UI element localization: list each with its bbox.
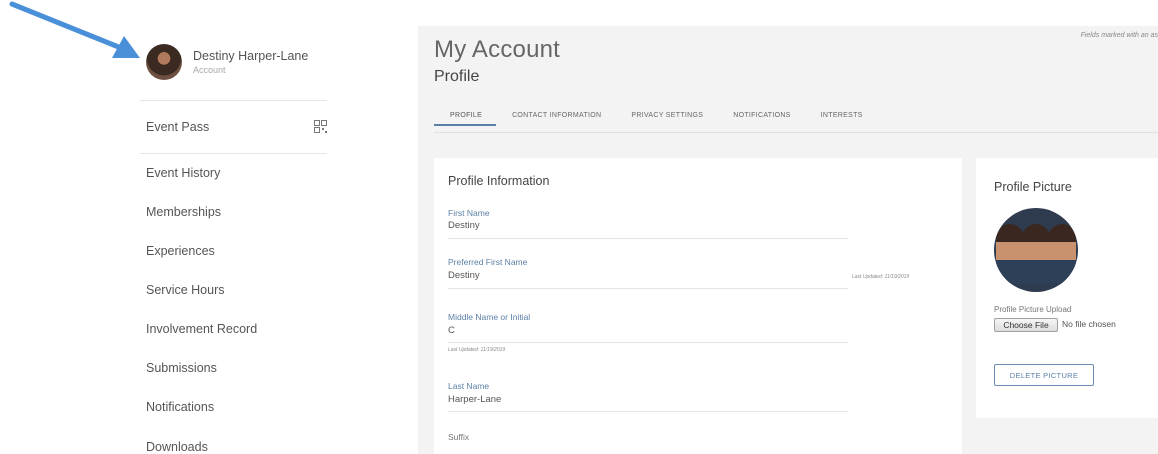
delete-picture-button[interactable]: DELETE PICTURE [994, 364, 1094, 386]
page-subtitle: Profile [434, 68, 480, 85]
last-updated-note: Last Updated: 11/19/2019 [448, 347, 506, 353]
sidebar-item-experiences[interactable]: Experiences [146, 244, 215, 258]
profile-picture-card: Profile Picture Profile Picture Upload C… [976, 158, 1158, 418]
last-updated-note: Last Updated: 11/19/2019 [852, 274, 910, 280]
suffix-label: Suffix [448, 432, 470, 442]
middle-name-field[interactable]: C [448, 325, 455, 336]
no-file-text: No file chosen [1062, 319, 1116, 329]
sidebar-item-event-history[interactable]: Event History [146, 166, 220, 180]
field-underline [448, 238, 848, 239]
preferred-first-name-label: Preferred First Name [448, 257, 528, 267]
choose-file-button[interactable]: Choose File [994, 318, 1058, 332]
tab-contact-information[interactable]: CONTACT INFORMATION [496, 106, 615, 126]
sidebar-item-submissions[interactable]: Submissions [146, 361, 217, 375]
sidebar-item-downloads[interactable]: Downloads [146, 440, 208, 454]
upload-label: Profile Picture Upload [994, 305, 1072, 314]
field-underline [448, 342, 848, 343]
profile-information-card: Profile Information First Name Destiny P… [434, 158, 962, 454]
field-underline [448, 288, 848, 289]
divider [140, 153, 327, 154]
tab-interests[interactable]: INTERESTS [805, 106, 877, 126]
user-subtitle: Account [193, 64, 226, 75]
sidebar-item-event-pass[interactable]: Event Pass [146, 120, 209, 134]
field-underline [448, 411, 848, 412]
avatar [146, 44, 182, 80]
page-title: My Account [434, 36, 561, 63]
profile-picture [994, 208, 1078, 292]
qr-code-icon[interactable] [314, 120, 327, 133]
card-title: Profile Information [448, 174, 550, 188]
sidebar: Destiny Harper-Lane Account Event Pass E… [0, 0, 420, 454]
card-title: Profile Picture [994, 180, 1072, 194]
sidebar-item-involvement-record[interactable]: Involvement Record [146, 322, 257, 336]
tab-notifications[interactable]: NOTIFICATIONS [717, 106, 804, 126]
divider [434, 132, 1158, 133]
user-profile[interactable]: Destiny Harper-Lane Account [146, 42, 308, 82]
preferred-first-name-field[interactable]: Destiny [448, 270, 480, 281]
sidebar-item-service-hours[interactable]: Service Hours [146, 283, 225, 297]
last-name-field[interactable]: Harper-Lane [448, 394, 501, 405]
tab-profile[interactable]: PROFILE [434, 106, 497, 126]
sidebar-item-memberships[interactable]: Memberships [146, 205, 221, 219]
middle-name-label: Middle Name or Initial [448, 312, 531, 322]
divider [140, 100, 327, 101]
first-name-label: First Name [448, 208, 490, 218]
first-name-field[interactable]: Destiny [448, 220, 480, 231]
sidebar-item-notifications[interactable]: Notifications [146, 400, 214, 414]
last-name-label: Last Name [448, 381, 490, 391]
main-panel: My Account Profile Fields marked with an… [418, 26, 1158, 454]
tab-bar: PROFILE CONTACT INFORMATION PRIVACY SETT… [434, 106, 877, 132]
tab-privacy-settings[interactable]: PRIVACY SETTINGS [615, 106, 717, 126]
user-name: Destiny Harper-Lane [193, 48, 309, 63]
required-fields-note: Fields marked with an as [1080, 32, 1158, 39]
